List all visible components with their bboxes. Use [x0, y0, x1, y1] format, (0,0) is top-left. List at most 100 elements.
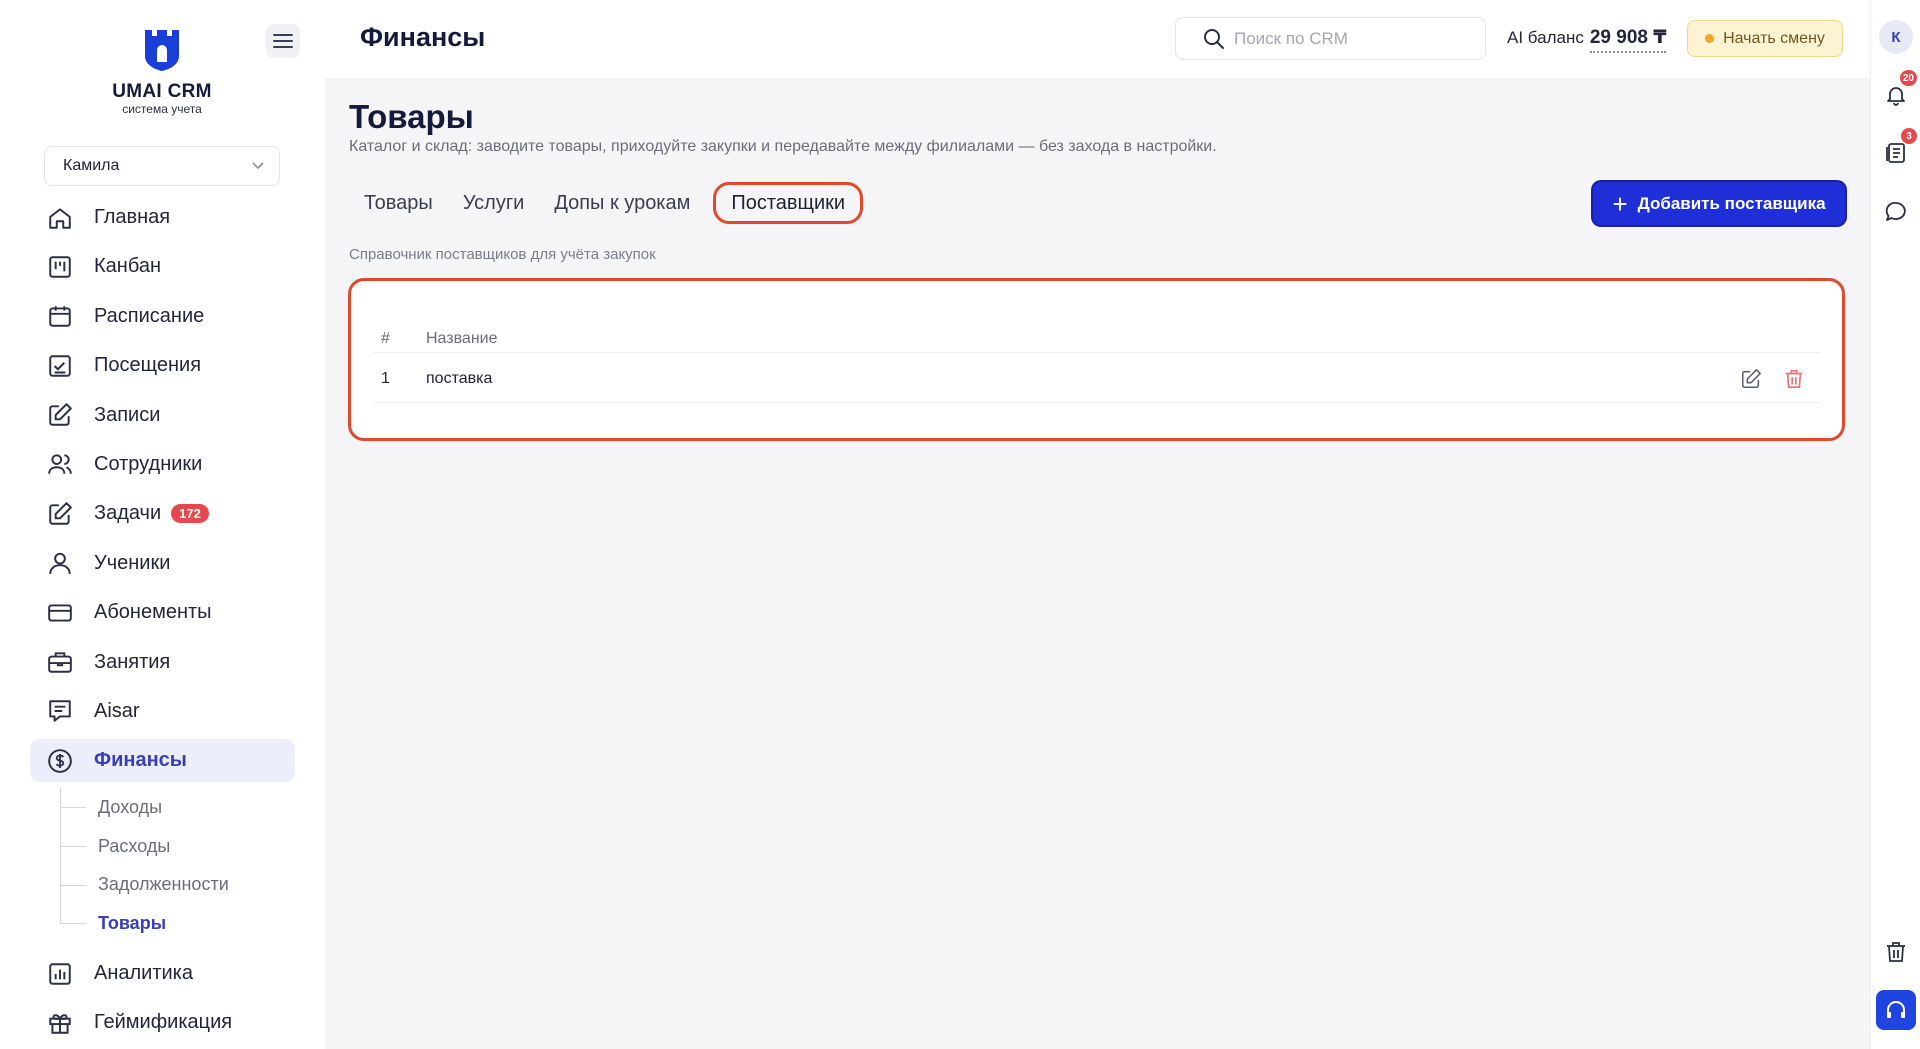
section-hint: Справочник поставщиков для учёта закупок — [349, 246, 656, 263]
sidebar-item-records[interactable]: Записи — [30, 394, 295, 437]
subnav-item-debts[interactable]: Задолженности — [60, 865, 300, 904]
home-icon — [46, 204, 74, 232]
sidebar-item-schedule[interactable]: Расписание — [30, 295, 295, 338]
add-supplier-label: Добавить поставщика — [1637, 193, 1826, 213]
hamburger-icon — [273, 34, 293, 48]
start-shift-button[interactable]: Начать смену — [1687, 20, 1843, 57]
briefcase-icon — [46, 648, 74, 676]
sidebar-item-gamification[interactable]: Геймификация — [30, 1001, 295, 1044]
bell-icon — [1887, 87, 1905, 106]
tabs: Товары Услуги Допы к урокам Поставщики — [349, 182, 864, 224]
sidebar-item-home[interactable]: Главная — [30, 196, 295, 239]
chat-button[interactable] — [1883, 199, 1909, 225]
sidebar-item-subscriptions[interactable]: Абонементы — [30, 591, 295, 634]
table-header: # Название — [373, 325, 1820, 353]
suppliers-table: # Название 1 поставка — [348, 278, 1845, 441]
delete-row-button[interactable] — [1784, 368, 1804, 390]
menu-toggle-button[interactable] — [266, 24, 300, 58]
documents-button[interactable]: 3 — [1883, 128, 1917, 166]
user-select[interactable]: Камила — [44, 146, 280, 186]
tasks-count-badge: 172 — [171, 504, 209, 524]
page-title: Товары — [349, 98, 474, 135]
subnav-item-goods[interactable]: Товары — [60, 904, 300, 943]
sidebar-item-label: Геймификация — [94, 1011, 233, 1034]
user-select-value: Камила — [63, 157, 120, 174]
notifications-button[interactable]: 20 — [1883, 70, 1917, 108]
ai-balance-label: AI баланс — [1507, 28, 1584, 47]
trash-button[interactable] — [1883, 939, 1909, 965]
brand-title: UMAI CRM — [112, 81, 212, 102]
subnav-item-income[interactable]: Доходы — [60, 788, 300, 827]
sidebar-item-label: Сотрудники — [94, 452, 203, 475]
tab-suppliers[interactable]: Поставщики — [713, 182, 864, 224]
sidebar-item-students[interactable]: Ученики — [30, 542, 295, 585]
sidebar-item-label: Аналитика — [94, 962, 193, 984]
sidebar-item-tasks[interactable]: Задачи 172 — [30, 492, 295, 535]
edit-row-button[interactable] — [1740, 368, 1762, 390]
add-supplier-button[interactable]: + Добавить поставщика — [1593, 182, 1845, 225]
start-shift-label: Начать смену — [1723, 29, 1825, 47]
chat-icon — [46, 697, 74, 725]
sidebar-item-attendance[interactable]: Посещения — [30, 344, 295, 387]
castle-logo-icon — [145, 30, 179, 71]
header-title: Финансы — [360, 22, 486, 52]
ai-balance[interactable]: AI баланс 29 908 ₸ — [1507, 26, 1667, 53]
status-dot-icon — [1705, 34, 1715, 43]
support-button[interactable] — [1876, 990, 1916, 1030]
page-description: Каталог и склад: заводите товары, приход… — [349, 138, 1217, 155]
ai-balance-value: 29 908 ₸ — [1589, 26, 1667, 53]
finance-subnav: Доходы Расходы Задолженности Товары — [60, 788, 300, 943]
table-row[interactable]: 1 поставка — [373, 355, 1820, 403]
tasks-icon — [46, 500, 74, 528]
sidebar-item-finance[interactable]: Финансы — [30, 739, 295, 783]
sidebar-item-label: Финансы — [94, 749, 187, 772]
message-icon — [1885, 202, 1906, 221]
sidebar-item-label: Занятия — [94, 650, 171, 673]
brand-logo[interactable]: UMAI CRM система учета — [110, 28, 214, 116]
sidebar-item-lessons[interactable]: Занятия — [30, 641, 295, 684]
brand-subtitle: система учета — [122, 102, 202, 116]
sidebar-item-aisar[interactable]: Aisar — [30, 690, 295, 733]
subnav-item-expenses[interactable]: Расходы — [60, 827, 300, 866]
sidebar-item-label: Aisar — [94, 699, 140, 722]
avatar[interactable]: К — [1879, 20, 1913, 54]
chart-icon — [46, 960, 74, 988]
tab-services[interactable]: Услуги — [448, 182, 540, 224]
sidebar-item-employees[interactable]: Сотрудники — [30, 443, 295, 486]
tab-goods[interactable]: Товары — [349, 182, 448, 224]
sidebar-item-label: Записи — [94, 403, 161, 426]
trash-icon — [1887, 942, 1905, 962]
plus-icon: + — [1612, 188, 1628, 219]
sidebar-item-label: Посещения — [94, 354, 202, 377]
sidebar-item-label: Канбан — [94, 255, 161, 278]
sidebar: UMAI CRM система учета Камила Главная Ка… — [0, 0, 325, 1049]
column-header-name: Название — [426, 329, 498, 347]
row-actions — [1740, 368, 1820, 390]
sidebar-item-kanban[interactable]: Канбан — [30, 245, 295, 288]
calendar-icon — [46, 302, 74, 330]
sidebar-item-label: Задачи — [94, 502, 162, 525]
gift-icon — [46, 1009, 74, 1037]
search-input[interactable]: Поиск по CRM — [1175, 17, 1486, 60]
attendance-icon — [46, 352, 74, 380]
chevron-down-icon — [252, 162, 264, 170]
search-placeholder: Поиск по CRM — [1234, 28, 1348, 48]
tab-lesson-extras[interactable]: Допы к урокам — [539, 182, 705, 224]
sidebar-item-analytics[interactable]: Аналитика — [30, 952, 295, 995]
users-icon — [46, 450, 74, 478]
right-rail: К 20 3 — [1870, 0, 1920, 1049]
column-header-number: # — [381, 329, 390, 347]
top-header: Финансы Поиск по CRM AI баланс 29 908 ₸ … — [325, 0, 1870, 78]
edit-icon — [46, 401, 74, 429]
sidebar-nav: Главная Канбан Расписание Посещения Запи… — [30, 196, 295, 789]
card-icon — [46, 599, 74, 627]
trash-icon — [1785, 369, 1803, 388]
cell-number: 1 — [381, 369, 390, 387]
sidebar-nav-secondary: Аналитика Геймификация — [30, 952, 295, 1049]
document-list-icon — [1886, 143, 1905, 163]
sidebar-item-label: Абонементы — [94, 601, 212, 624]
kanban-icon — [46, 253, 74, 281]
cell-name: поставка — [426, 369, 493, 387]
edit-icon — [1741, 368, 1761, 388]
documents-badge: 3 — [1901, 128, 1917, 144]
